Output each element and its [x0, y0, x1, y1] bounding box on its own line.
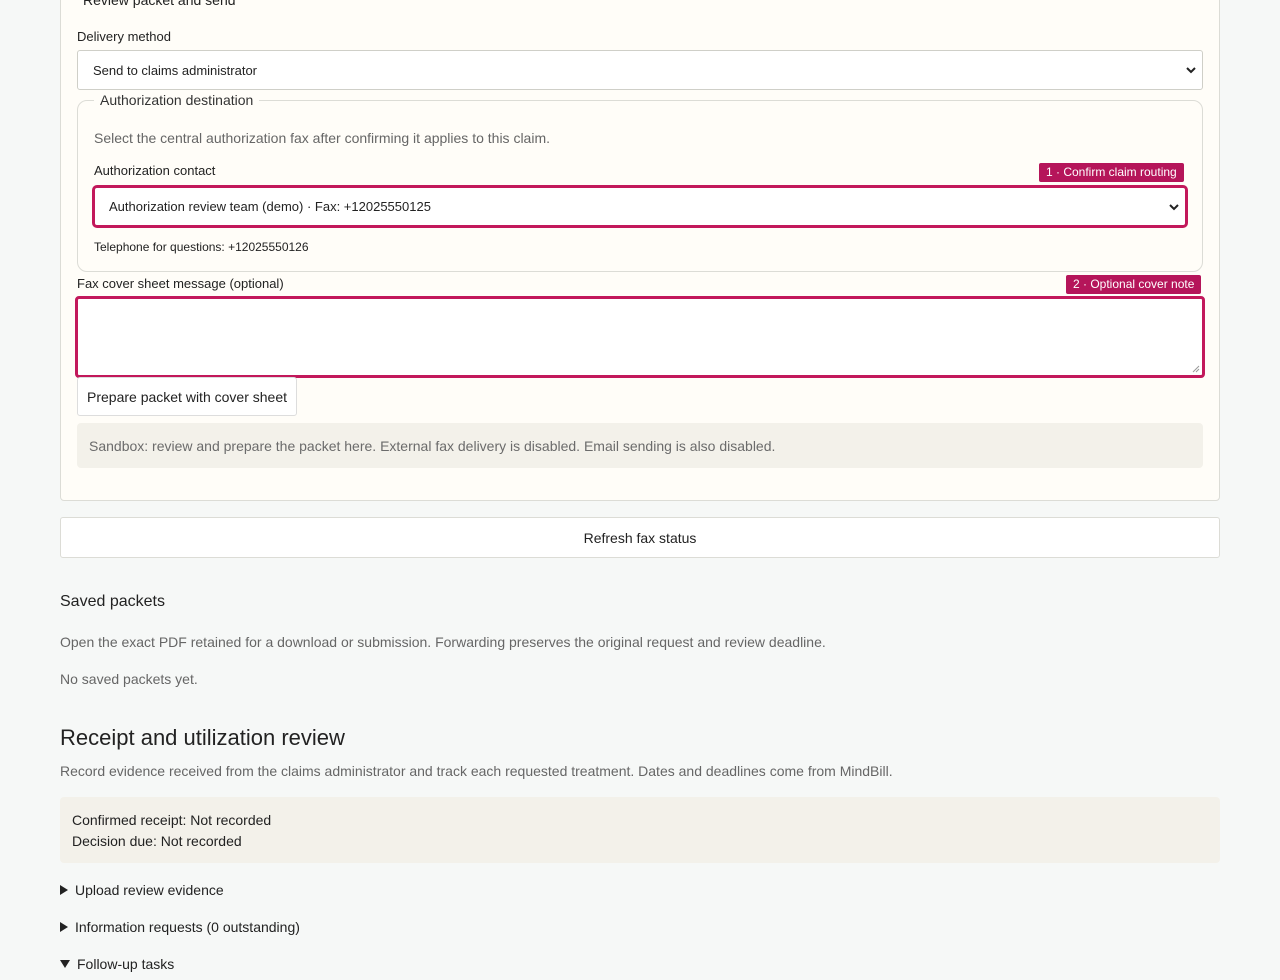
upload-evidence-details[interactable]: Upload review evidence [60, 882, 224, 898]
disclosure-triangle-icon [60, 922, 68, 932]
saved-packets-empty: No saved packets yet. [60, 671, 198, 687]
cover-message-label: Fax cover sheet message (optional) [77, 276, 284, 291]
authorization-destination-legend: Authorization destination [94, 92, 260, 108]
confirmed-receipt: Confirmed receipt: Not recorded [72, 812, 272, 828]
upload-evidence-summary: Upload review evidence [75, 882, 224, 898]
saved-packets-heading: Saved packets [60, 593, 165, 610]
cover-note-badge: 2 · Optional cover note [1066, 275, 1202, 294]
authorization-contact-label: Authorization contact [94, 163, 216, 178]
refresh-fax-status-button[interactable]: Refresh fax status [60, 517, 1220, 558]
disclosure-triangle-icon [60, 885, 68, 895]
authorization-contact-value: Authorization review team (demo) · Fax: … [109, 199, 431, 214]
delivery-method-label: Delivery method [77, 29, 171, 44]
authorization-contact-select[interactable]: Authorization review team (demo) · Fax: … [92, 185, 1188, 228]
resize-handle-icon[interactable] [1192, 365, 1200, 373]
follow-up-tasks-summary: Follow-up tasks [77, 956, 175, 972]
sandbox-notice: Sandbox: review and prepare the packet h… [77, 423, 1203, 468]
delivery-method-value: Send to claims administrator [93, 62, 258, 78]
follow-up-tasks-details[interactable]: Follow-up tasks [60, 956, 174, 972]
information-requests-details[interactable]: Information requests (0 outstanding) [60, 919, 300, 935]
chevron-down-icon [1186, 67, 1196, 74]
receipt-review-description: Record evidence received from the claims… [60, 763, 893, 779]
authorization-instruction: Select the central authorization fax aft… [94, 130, 550, 146]
receipt-review-heading: Receipt and utilization review [60, 725, 345, 750]
prepare-packet-button[interactable]: Prepare packet with cover sheet [77, 377, 297, 416]
confirm-routing-badge: 1 · Confirm claim routing [1039, 163, 1184, 182]
telephone-questions: Telephone for questions: +12025550126 [94, 240, 309, 254]
review-packet-legend: Review packet and send [79, 0, 240, 8]
saved-packets-description: Open the exact PDF retained for a downlo… [60, 634, 826, 650]
receipt-status-box: Confirmed receipt: Not recorded Decision… [60, 797, 1220, 863]
chevron-down-icon [1169, 203, 1179, 210]
decision-due: Decision due: Not recorded [72, 833, 242, 849]
disclosure-triangle-icon [60, 960, 70, 968]
cover-message-textarea[interactable] [75, 296, 1205, 378]
information-requests-summary: Information requests (0 outstanding) [75, 919, 300, 935]
delivery-method-select[interactable]: Send to claims administrator [77, 50, 1203, 90]
